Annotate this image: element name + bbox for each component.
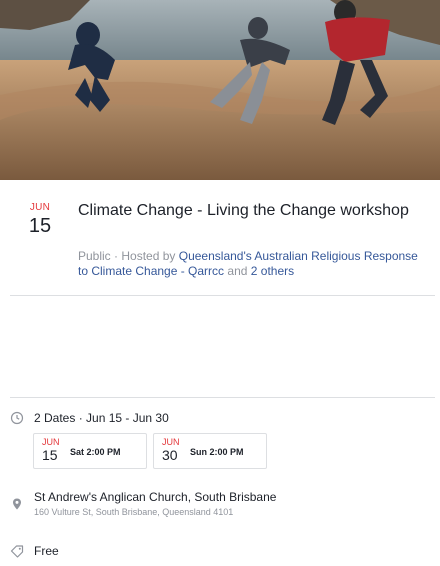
event-dates-row: 2 Dates · Jun 15 - Jun 30 JUN 15 Sat 2:0… (0, 410, 440, 472)
tag-icon (10, 544, 24, 558)
chip-month: JUN (162, 437, 180, 447)
event-location-row[interactable]: St Andrew's Anglican Church, South Brisb… (0, 490, 440, 522)
dates-summary: 2 Dates · Jun 15 - Jun 30 (34, 411, 169, 425)
chip-month: JUN (42, 437, 60, 447)
chip-day: 15 (42, 447, 58, 463)
and-label: and (227, 264, 248, 278)
event-date-badge: JUN 15 (24, 202, 56, 238)
location-name[interactable]: St Andrew's Anglican Church, South Brisb… (34, 490, 276, 505)
chip-day: 30 (162, 447, 178, 463)
location-pin-icon (10, 497, 24, 511)
cover-photo-image (0, 0, 440, 180)
chip-time: Sun 2:00 PM (190, 447, 244, 457)
event-date-month: JUN (29, 202, 51, 213)
price-label: Free (34, 544, 59, 558)
details-divider (10, 397, 435, 398)
other-hosts-link[interactable]: 2 others (251, 264, 294, 278)
event-date-day: 15 (28, 215, 52, 237)
date-chip-jun-15[interactable]: JUN 15 Sat 2:00 PM (33, 433, 147, 469)
location-address: 160 Vulture St, South Brisbane, Queensla… (34, 507, 234, 517)
chip-time: Sat 2:00 PM (70, 447, 121, 457)
event-cover-photo[interactable] (0, 0, 440, 180)
clock-icon (10, 411, 24, 425)
blank-content-area (0, 296, 440, 396)
event-meta: Public · Hosted by Queensland's Australi… (78, 249, 418, 279)
date-chip-jun-30[interactable]: JUN 30 Sun 2:00 PM (153, 433, 267, 469)
event-header: JUN 15 Climate Change - Living the Chang… (0, 180, 440, 295)
meta-separator: · (114, 249, 119, 263)
event-title: Climate Change - Living the Change works… (78, 202, 409, 219)
event-price-row: Free (0, 543, 440, 561)
hosted-by-label: Hosted by (121, 249, 176, 263)
event-privacy: Public (78, 249, 111, 263)
